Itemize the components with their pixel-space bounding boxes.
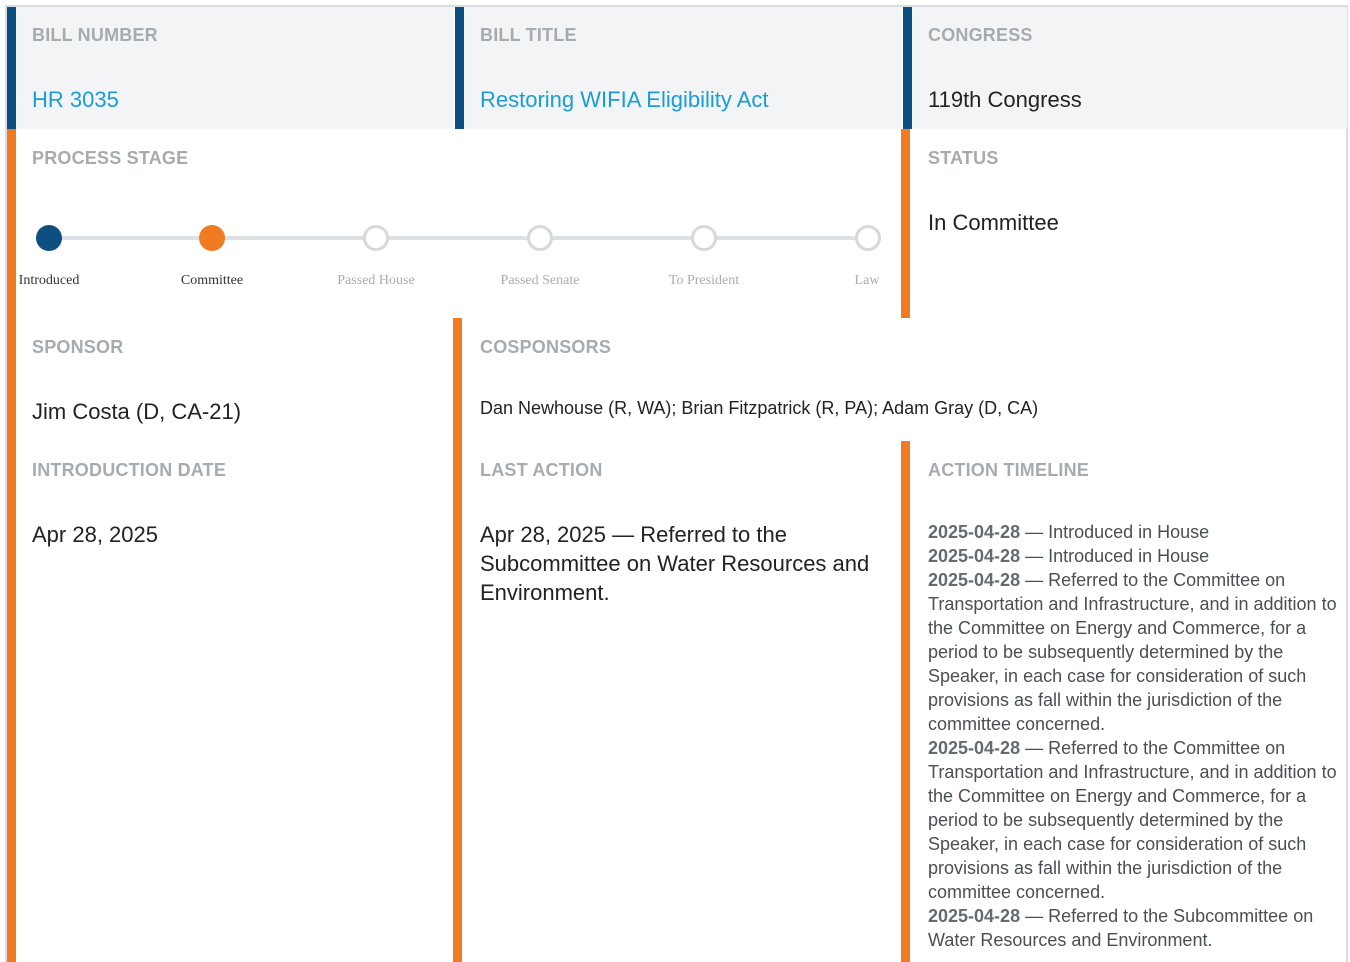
accent-bar bbox=[7, 7, 16, 129]
introduction-date-value: Apr 28, 2025 bbox=[32, 522, 158, 547]
cosponsors-cell: COSPONSORS Dan Newhouse (R, WA); Brian F… bbox=[453, 318, 1347, 441]
timeline-entry: 2025-04-28 — Introduced in House bbox=[928, 544, 1338, 568]
stage-label-to-president: To President bbox=[668, 273, 740, 288]
accent-bar bbox=[903, 7, 912, 129]
stage-label-passed-house: Passed House bbox=[337, 273, 415, 288]
timeline-date: 2025-04-28 bbox=[928, 522, 1021, 542]
timeline-text: — Introduced in House bbox=[1020, 522, 1210, 542]
stage-label-committee: Committee bbox=[180, 273, 244, 288]
accent-bar bbox=[453, 441, 462, 962]
process-stage-label: PROCESS STAGE bbox=[32, 148, 189, 168]
action-timeline-label: ACTION TIMELINE bbox=[928, 460, 1089, 480]
accent-bar bbox=[901, 441, 910, 962]
introduction-date-cell: INTRODUCTION DATE Apr 28, 2025 bbox=[7, 441, 453, 962]
timeline-date: 2025-04-28 bbox=[928, 906, 1021, 926]
accent-bar bbox=[7, 129, 16, 318]
congress-label: CONGRESS bbox=[928, 25, 1033, 45]
stage-dot-passed-senate bbox=[527, 225, 553, 251]
accent-bar bbox=[901, 129, 910, 318]
stage-dot-to-president bbox=[691, 225, 717, 251]
stage-track bbox=[48, 236, 868, 240]
accent-bar bbox=[453, 318, 462, 441]
accent-bar bbox=[455, 7, 464, 129]
timeline-entry: 2025-04-28 — Referred to the Subcommitte… bbox=[928, 904, 1338, 952]
timeline-entry: 2025-04-28 — Referred to the Committee o… bbox=[928, 568, 1338, 736]
action-timeline-list: 2025-04-28 — Introduced in House 2025-04… bbox=[928, 520, 1338, 952]
status-label: STATUS bbox=[928, 148, 999, 168]
accent-bar bbox=[7, 441, 16, 962]
process-stage-cell: PROCESS STAGE bbox=[7, 129, 901, 318]
congress-value: 119th Congress bbox=[928, 87, 1082, 112]
accent-bar bbox=[7, 318, 16, 441]
introduction-date-label: INTRODUCTION DATE bbox=[32, 460, 227, 480]
last-action-cell: LAST ACTION Apr 28, 2025 — Referred to t… bbox=[453, 441, 901, 962]
stage-dot-passed-house bbox=[363, 225, 389, 251]
timeline-entry: 2025-04-28 — Referred to the Committee o… bbox=[928, 736, 1338, 904]
status-cell: STATUS In Committee bbox=[901, 129, 1347, 318]
sponsor-cell: SPONSOR Jim Costa (D, CA-21) bbox=[7, 318, 453, 441]
status-value: In Committee bbox=[928, 210, 1059, 235]
stage-dot-committee bbox=[199, 225, 225, 251]
timeline-date: 2025-04-28 bbox=[928, 738, 1021, 758]
last-action-label: LAST ACTION bbox=[480, 460, 603, 480]
bill-number-cell: BILL NUMBER HR 3035 bbox=[7, 7, 453, 129]
sponsor-value: Jim Costa (D, CA-21) bbox=[32, 399, 242, 424]
cosponsors-value: Dan Newhouse (R, WA); Brian Fitzpatrick … bbox=[480, 398, 1039, 418]
stage-label-introduced: Introduced bbox=[18, 273, 80, 288]
sponsor-label: SPONSOR bbox=[32, 337, 124, 357]
timeline-text: — Referred to the Committee on Transport… bbox=[928, 738, 1337, 902]
bill-title-link[interactable]: Restoring WIFIA Eligibility Act bbox=[480, 87, 769, 113]
cosponsors-label: COSPONSORS bbox=[480, 337, 612, 357]
stage-dot-law bbox=[855, 225, 881, 251]
timeline-text: — Introduced in House bbox=[1020, 546, 1210, 566]
timeline-text: — Referred to the Committee on Transport… bbox=[928, 570, 1337, 734]
stage-label-passed-senate: Passed Senate bbox=[500, 273, 580, 288]
timeline-date: 2025-04-28 bbox=[928, 546, 1021, 566]
last-action-value: Apr 28, 2025 — Referred to the Subcommit… bbox=[480, 522, 870, 605]
timeline-date: 2025-04-28 bbox=[928, 570, 1021, 590]
bill-title-cell: BILL TITLE Restoring WIFIA Eligibility A… bbox=[455, 7, 901, 129]
stage-dot-introduced bbox=[36, 225, 62, 251]
bill-number-link[interactable]: HR 3035 bbox=[32, 87, 119, 113]
bill-number-label: BILL NUMBER bbox=[32, 25, 158, 45]
timeline-entry: 2025-04-28 — Introduced in House bbox=[928, 520, 1338, 544]
congress-cell: CONGRESS 119th Congress bbox=[903, 7, 1347, 129]
bill-title-label: BILL TITLE bbox=[480, 25, 577, 45]
